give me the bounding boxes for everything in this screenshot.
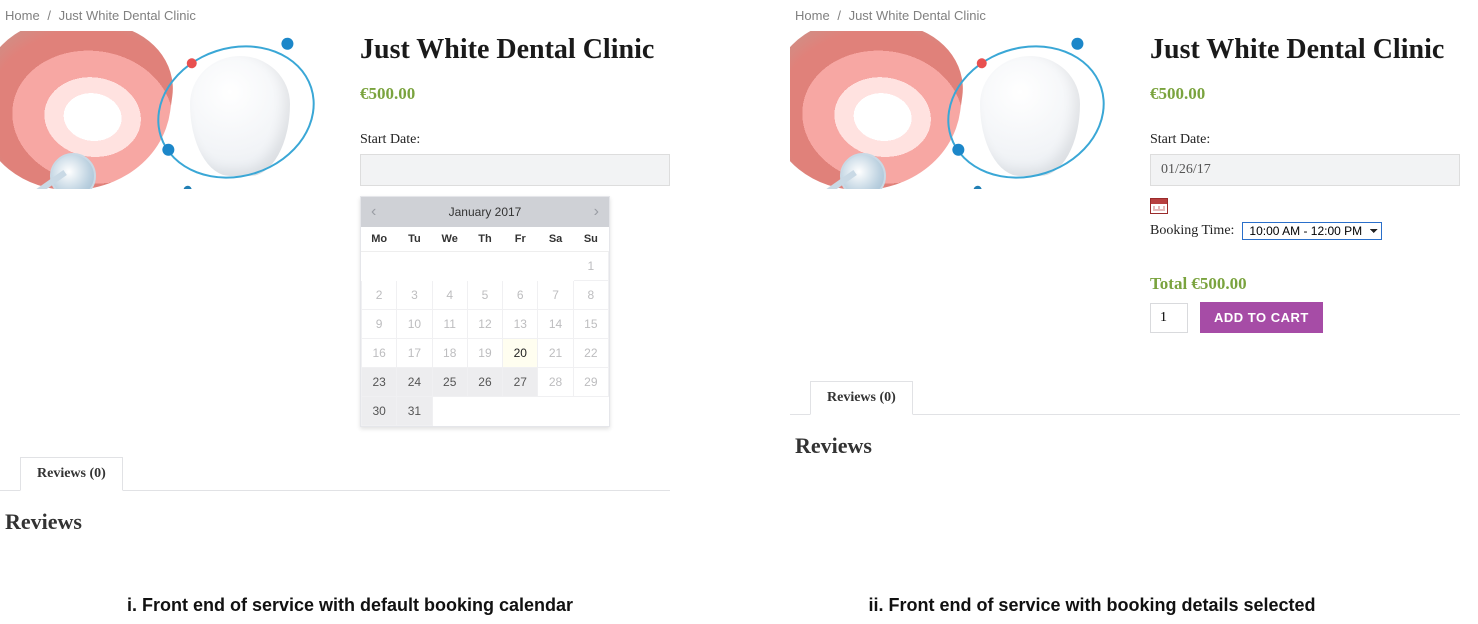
calendar-day-cell[interactable]: 1 [573, 252, 608, 281]
calendar-day-cell[interactable]: 20 [503, 339, 538, 368]
breadcrumb: Home / Just White Dental Clinic [795, 8, 1460, 23]
breadcrumb-home[interactable]: Home [5, 8, 40, 23]
date-picker[interactable]: ‹ January 2017 › MoTuWeThFrSaSu 12345678… [360, 196, 610, 427]
calendar-day-header: We [432, 227, 467, 252]
caption-right: ii. Front end of service with booking de… [732, 595, 1452, 616]
calendar-day-cell [467, 397, 502, 426]
product-price: €500.00 [360, 84, 670, 104]
tab-reviews[interactable]: Reviews (0) [20, 457, 123, 491]
start-date-label: Start Date: [1150, 132, 1460, 148]
calendar-day-cell[interactable]: 16 [362, 339, 397, 368]
calendar-day-cell[interactable]: 26 [467, 368, 502, 397]
start-date-label: Start Date: [360, 132, 670, 148]
calendar-day-cell[interactable]: 19 [467, 339, 502, 368]
breadcrumb-current: Just White Dental Clinic [849, 8, 986, 23]
product-image [0, 31, 330, 189]
tabs: Reviews (0) [0, 457, 670, 491]
calendar-day-cell[interactable]: 13 [503, 310, 538, 339]
calendar-icon[interactable] [1150, 198, 1168, 214]
product-price: €500.00 [1150, 84, 1460, 104]
calendar-day-cell [503, 397, 538, 426]
calendar-day-cell[interactable]: 2 [362, 281, 397, 310]
tabs: Reviews (0) [790, 381, 1460, 415]
breadcrumb-sep: / [47, 8, 51, 23]
calendar-day-header: Fr [503, 227, 538, 252]
booking-time-select[interactable]: 10:00 AM - 12:00 PM [1242, 222, 1382, 240]
calendar-day-header: Sa [538, 227, 573, 252]
breadcrumb-home[interactable]: Home [795, 8, 830, 23]
calendar-day-cell[interactable]: 25 [432, 368, 467, 397]
calendar-day-cell[interactable]: 11 [432, 310, 467, 339]
booking-time-label: Booking Time: [1150, 223, 1234, 239]
calendar-day-cell[interactable]: 21 [538, 339, 573, 368]
calendar-day-cell[interactable]: 5 [467, 281, 502, 310]
calendar-day-cell[interactable]: 22 [573, 339, 608, 368]
calendar-day-cell [397, 252, 432, 281]
breadcrumb: Home / Just White Dental Clinic [5, 8, 670, 23]
calendar-day-cell[interactable]: 28 [538, 368, 573, 397]
calendar-day-header: Tu [397, 227, 432, 252]
calendar-day-cell[interactable]: 9 [362, 310, 397, 339]
calendar-day-cell[interactable]: 4 [432, 281, 467, 310]
tab-reviews[interactable]: Reviews (0) [810, 381, 913, 415]
calendar-day-cell [573, 397, 608, 426]
product-image [790, 31, 1120, 189]
breadcrumb-current: Just White Dental Clinic [59, 8, 196, 23]
product-title: Just White Dental Clinic [1150, 33, 1460, 66]
calendar-day-cell[interactable]: 17 [397, 339, 432, 368]
calendar-day-cell [467, 252, 502, 281]
start-date-input[interactable] [1150, 154, 1460, 186]
reviews-heading: Reviews [795, 433, 1460, 459]
add-to-cart-button[interactable]: ADD TO CART [1200, 302, 1323, 333]
calendar-day-cell [432, 252, 467, 281]
calendar-day-cell[interactable]: 29 [573, 368, 608, 397]
product-title: Just White Dental Clinic [360, 33, 670, 66]
chevron-right-icon[interactable]: › [594, 203, 599, 221]
calendar-day-cell[interactable]: 14 [538, 310, 573, 339]
calendar-day-cell [362, 252, 397, 281]
calendar-day-cell[interactable]: 7 [538, 281, 573, 310]
calendar-day-cell[interactable]: 18 [432, 339, 467, 368]
calendar-day-cell[interactable]: 24 [397, 368, 432, 397]
calendar-day-header: Su [573, 227, 608, 252]
quantity-stepper[interactable] [1150, 303, 1188, 333]
reviews-heading: Reviews [5, 509, 670, 535]
start-date-input[interactable] [360, 154, 670, 186]
caption-left: i. Front end of service with default boo… [0, 595, 700, 616]
breadcrumb-sep: / [837, 8, 841, 23]
calendar-day-header: Th [467, 227, 502, 252]
calendar-day-cell [432, 397, 467, 426]
calendar-day-cell[interactable]: 12 [467, 310, 502, 339]
chevron-left-icon[interactable]: ‹ [371, 203, 376, 221]
booking-total: Total €500.00 [1150, 274, 1460, 294]
calendar-day-cell[interactable]: 31 [397, 397, 432, 426]
calendar-day-cell [538, 397, 573, 426]
calendar-day-cell[interactable]: 8 [573, 281, 608, 310]
calendar-day-cell[interactable]: 23 [362, 368, 397, 397]
calendar-day-cell[interactable]: 15 [573, 310, 608, 339]
calendar-day-cell[interactable]: 27 [503, 368, 538, 397]
calendar-day-cell[interactable]: 30 [362, 397, 397, 426]
calendar-day-header: Mo [362, 227, 397, 252]
calendar-day-cell[interactable]: 10 [397, 310, 432, 339]
calendar-month-title: January 2017 [449, 205, 522, 219]
calendar-day-cell[interactable]: 3 [397, 281, 432, 310]
calendar-day-cell [538, 252, 573, 281]
calendar-day-cell[interactable]: 6 [503, 281, 538, 310]
calendar-day-cell [503, 252, 538, 281]
